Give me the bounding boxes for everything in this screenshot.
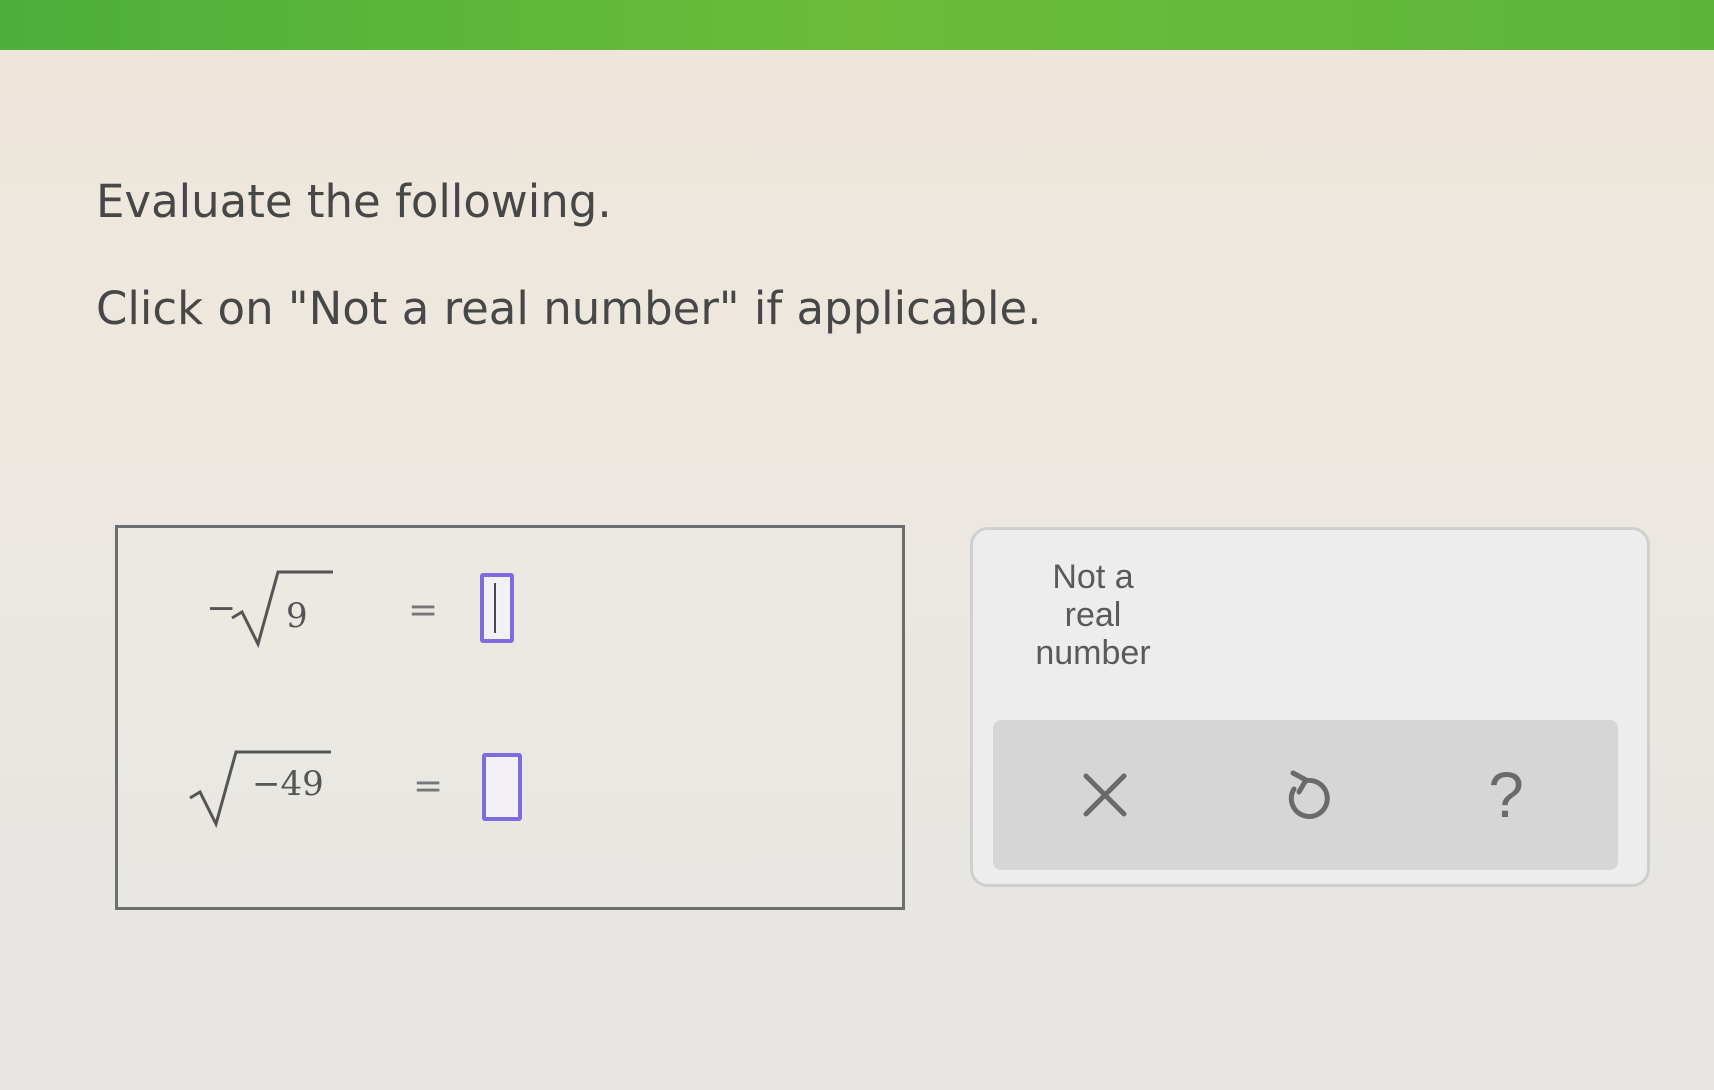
equals-sign: = <box>408 590 439 631</box>
answer-panel: − 9 = −49 = <box>115 525 905 910</box>
radical-symbol-icon <box>231 570 333 648</box>
radicand-value: 9 <box>286 596 308 636</box>
not-real-label-line1: Not a <box>1052 558 1134 596</box>
not-a-real-number-button[interactable]: Not a real number <box>993 550 1193 680</box>
problem-row-1: − 9 = <box>118 568 902 678</box>
problem-row-2: −49 = <box>118 748 902 858</box>
answer-input-2[interactable] <box>482 753 522 821</box>
x-icon <box>1083 773 1127 817</box>
top-banner <box>0 0 1714 50</box>
question-icon: ? <box>1488 759 1524 831</box>
undo-icon <box>1288 770 1330 819</box>
answer-keypad: Not a real number ? <box>970 527 1650 887</box>
instruction-title: Evaluate the following. <box>96 175 612 228</box>
equals-sign: = <box>413 766 444 807</box>
radicand-value: −49 <box>252 764 324 804</box>
undo-button[interactable] <box>1261 755 1351 835</box>
clear-button[interactable] <box>1060 755 1150 835</box>
not-real-label-line2: real <box>1064 596 1122 634</box>
instruction-hint: Click on "Not a real number" if applicab… <box>96 282 1042 335</box>
answer-input-1[interactable] <box>480 573 514 643</box>
not-real-label-line3: number <box>1035 634 1151 672</box>
action-bar: ? <box>993 720 1618 870</box>
help-button[interactable]: ? <box>1461 755 1551 835</box>
